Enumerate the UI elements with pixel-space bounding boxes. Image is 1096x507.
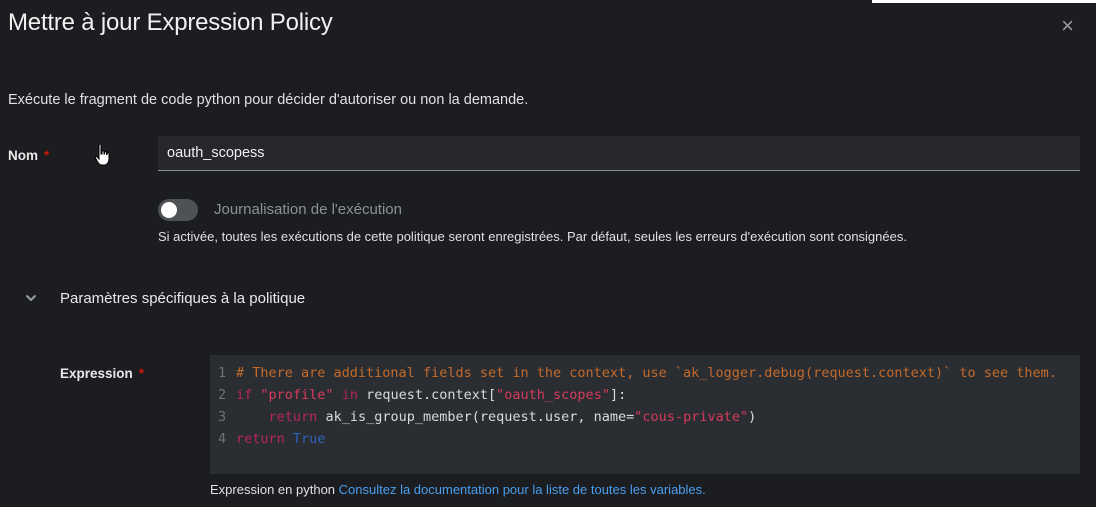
execution-logging-helper: Si activée, toutes les exécutions de cet…	[158, 229, 907, 244]
required-marker: *	[44, 148, 50, 163]
execution-logging-toggle[interactable]	[158, 199, 198, 221]
code-line: 3 return ak_is_group_member(request.user…	[218, 406, 1072, 428]
expression-code-editor[interactable]: 1 # There are additional fields set in th…	[210, 355, 1080, 474]
code-line: 1 # There are additional fields set in th…	[218, 362, 1072, 384]
code-comment: # There are additional fields set in the…	[236, 365, 1057, 381]
code-text: ]:	[609, 387, 627, 403]
top-edge-strip	[872, 0, 1096, 3]
code-keyword: return	[236, 431, 285, 447]
line-number: 1	[218, 365, 227, 381]
expression-label-text: Expression	[60, 366, 133, 381]
name-input[interactable]	[158, 136, 1080, 171]
line-number: 4	[218, 431, 227, 447]
close-icon[interactable]: ×	[1061, 14, 1074, 38]
execution-logging-label: Journalisation de l'exécution	[214, 201, 402, 218]
code-builtin: True	[292, 431, 326, 447]
expression-helper-text: Expression en python	[210, 482, 336, 497]
hand-pointer-icon	[94, 143, 110, 166]
line-number: 3	[218, 409, 227, 425]
code-string: "oauth_scopes"	[496, 387, 610, 403]
code-line: 2 if "profile" in request.context["oauth_…	[218, 384, 1072, 406]
code-keyword: if	[236, 387, 253, 403]
toggle-knob	[161, 202, 177, 218]
code-line: 4 return True	[218, 428, 1072, 450]
code-text: request.context[	[366, 387, 497, 403]
code-keyword: return	[268, 409, 318, 425]
code-text: )	[748, 409, 757, 425]
code-keyword: in	[341, 387, 358, 403]
modal-description: Exécute le fragment de code python pour …	[8, 92, 529, 108]
code-string: "cous-private"	[634, 409, 749, 425]
expression-helper: Expression en python Consultez la docume…	[210, 482, 706, 497]
modal-title: Mettre à jour Expression Policy	[8, 9, 333, 36]
name-label: Nom *	[8, 148, 49, 163]
line-number: 2	[218, 387, 227, 403]
chevron-down-icon[interactable]	[24, 291, 38, 305]
section-policy-settings-title[interactable]: Paramètres spécifiques à la politique	[60, 290, 305, 307]
code-string: "profile"	[260, 387, 334, 403]
required-marker: *	[138, 366, 145, 381]
name-label-text: Nom	[8, 148, 38, 163]
expression-label: Expression *	[60, 366, 144, 381]
documentation-link[interactable]: Consultez la documentation pour la liste…	[339, 482, 706, 497]
code-text: ak_is_group_member(request.user, name=	[325, 409, 635, 425]
